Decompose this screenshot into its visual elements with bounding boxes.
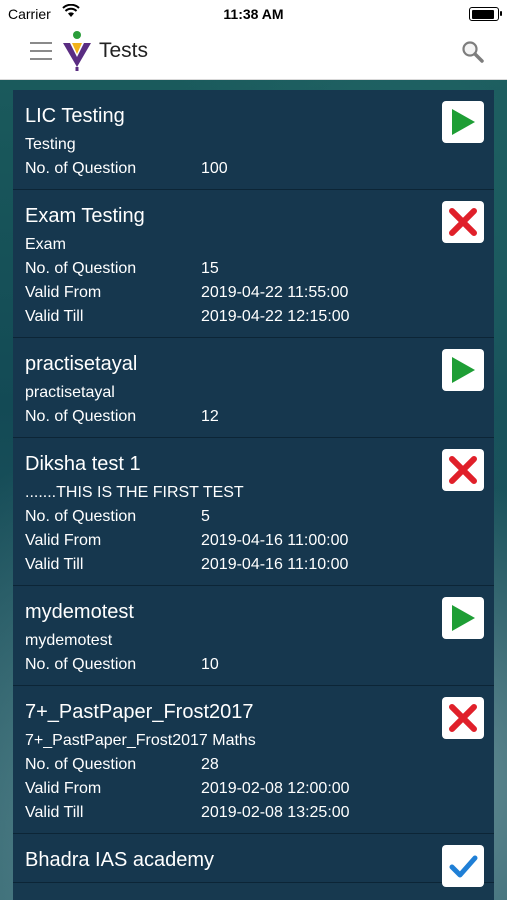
checkmark-icon bbox=[449, 855, 478, 878]
close-icon bbox=[449, 208, 477, 236]
test-description: 7+_PastPaper_Frost2017 Maths bbox=[25, 732, 256, 749]
valid-till-row: Valid Till 2019-02-08 13:25:00 bbox=[25, 801, 482, 825]
nav-bar: Tests bbox=[0, 28, 507, 80]
close-icon bbox=[449, 456, 477, 484]
valid-till-label: Valid Till bbox=[25, 556, 84, 573]
questions-label: No. of Question bbox=[25, 408, 137, 425]
test-card[interactable]: LIC Testing Testing No. of Question 100 bbox=[13, 90, 494, 190]
valid-till-value: 2019-04-22 12:15:00 bbox=[201, 308, 350, 325]
page-title: Tests bbox=[99, 39, 149, 62]
questions-value: 15 bbox=[201, 260, 219, 277]
questions-row: No. of Question 5 bbox=[25, 505, 482, 529]
valid-from-label: Valid From bbox=[25, 284, 102, 301]
start-test-button[interactable] bbox=[442, 349, 484, 391]
valid-from-label: Valid From bbox=[25, 532, 102, 549]
valid-till-value: 2019-04-16 11:10:00 bbox=[201, 556, 349, 573]
test-name: 7+_PastPaper_Frost2017 bbox=[25, 701, 254, 723]
expired-test-button[interactable] bbox=[442, 697, 484, 739]
valid-from-label: Valid From bbox=[25, 780, 102, 797]
questions-label: No. of Question bbox=[25, 508, 137, 525]
test-card[interactable]: 7+_PastPaper_Frost2017 7+_PastPaper_Fros… bbox=[13, 686, 494, 834]
valid-from-value: 2019-04-16 11:00:00 bbox=[201, 532, 349, 549]
test-name: practisetayal bbox=[25, 353, 138, 375]
valid-till-label: Valid Till bbox=[25, 308, 84, 325]
questions-value: 10 bbox=[201, 656, 219, 673]
valid-from-row: Valid From 2019-04-22 11:55:00 bbox=[25, 281, 482, 305]
expired-test-button[interactable] bbox=[442, 449, 484, 491]
questions-value: 100 bbox=[201, 160, 228, 177]
test-name: Diksha test 1 bbox=[25, 453, 141, 475]
test-name: Exam Testing bbox=[25, 205, 145, 227]
questions-row: No. of Question 28 bbox=[25, 753, 482, 777]
questions-label: No. of Question bbox=[25, 160, 137, 177]
test-card[interactable]: Bhadra IAS academy bbox=[13, 834, 494, 887]
play-icon bbox=[452, 109, 475, 135]
questions-row: No. of Question 10 bbox=[25, 653, 482, 677]
valid-till-row: Valid Till 2019-04-22 12:15:00 bbox=[25, 305, 482, 329]
start-test-button[interactable] bbox=[442, 101, 484, 143]
questions-row: No. of Question 15 bbox=[25, 257, 482, 281]
app-logo bbox=[62, 30, 92, 72]
play-icon bbox=[452, 357, 475, 383]
questions-label: No. of Question bbox=[25, 260, 137, 277]
questions-row: No. of Question 100 bbox=[25, 157, 482, 181]
valid-till-row: Valid Till 2019-04-16 11:10:00 bbox=[25, 553, 482, 577]
test-card[interactable]: practisetayal practisetayal No. of Quest… bbox=[13, 338, 494, 438]
start-test-button[interactable] bbox=[442, 597, 484, 639]
test-description: Exam bbox=[25, 236, 66, 253]
questions-row: No. of Question 12 bbox=[25, 405, 482, 429]
valid-till-value: 2019-02-08 13:25:00 bbox=[201, 804, 350, 821]
completed-test-button[interactable] bbox=[442, 845, 484, 887]
questions-value: 12 bbox=[201, 408, 219, 425]
valid-from-row: Valid From 2019-04-16 11:00:00 bbox=[25, 529, 482, 553]
questions-value: 5 bbox=[201, 508, 210, 525]
test-name: Bhadra IAS academy bbox=[25, 849, 214, 871]
test-card[interactable]: Diksha test 1 .......THIS IS THE FIRST T… bbox=[13, 438, 494, 586]
battery-icon bbox=[469, 7, 502, 21]
test-name: LIC Testing bbox=[25, 105, 125, 127]
clock: 11:38 AM bbox=[223, 6, 284, 22]
tests-list[interactable]: LIC Testing Testing No. of Question 100 … bbox=[13, 90, 494, 900]
questions-label: No. of Question bbox=[25, 756, 137, 773]
status-bar: Carrier 11:38 AM bbox=[0, 0, 507, 28]
questions-value: 28 bbox=[201, 756, 219, 773]
test-card[interactable]: Exam Testing Exam No. of Question 15 Val… bbox=[13, 190, 494, 338]
valid-till-label: Valid Till bbox=[25, 804, 84, 821]
close-icon bbox=[449, 704, 477, 732]
search-icon[interactable] bbox=[461, 40, 485, 64]
valid-from-value: 2019-04-22 11:55:00 bbox=[201, 284, 349, 301]
test-description: Testing bbox=[25, 136, 76, 153]
valid-from-row: Valid From 2019-02-08 12:00:00 bbox=[25, 777, 482, 801]
valid-from-value: 2019-02-08 12:00:00 bbox=[201, 780, 350, 797]
expired-test-button[interactable] bbox=[442, 201, 484, 243]
test-description: .......THIS IS THE FIRST TEST bbox=[25, 484, 244, 501]
play-icon bbox=[452, 605, 475, 631]
test-name: mydemotest bbox=[25, 601, 134, 623]
questions-label: No. of Question bbox=[25, 656, 137, 673]
test-description: practisetayal bbox=[25, 384, 115, 401]
test-card[interactable]: mydemotest mydemotest No. of Question 10 bbox=[13, 586, 494, 686]
menu-icon[interactable] bbox=[30, 42, 52, 62]
test-description: mydemotest bbox=[25, 632, 113, 649]
